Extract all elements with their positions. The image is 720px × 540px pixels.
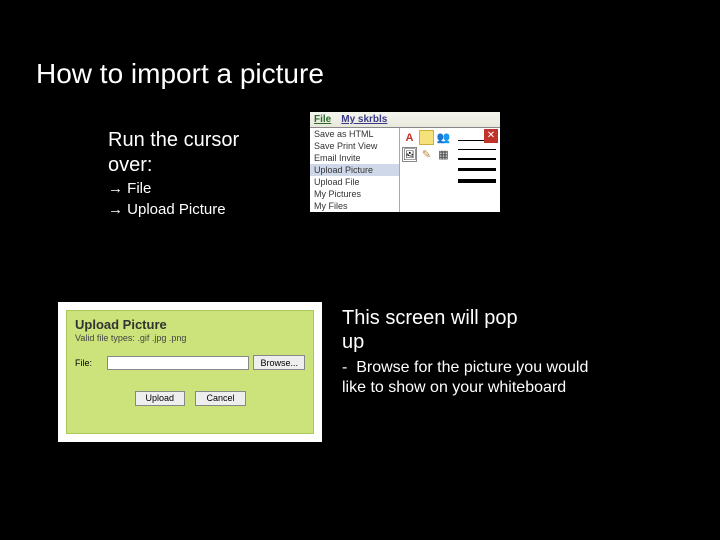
instr1-line1: Run the cursor <box>108 128 239 153</box>
menu-email-invite[interactable]: Email Invite <box>310 152 399 164</box>
upload-button[interactable]: Upload <box>135 391 186 406</box>
menu-my-files[interactable]: My Files <box>310 200 399 212</box>
menu-save-html[interactable]: Save as HTML <box>310 128 399 140</box>
toolbar-icons: A 👥 🖼 ✎ ▦ <box>400 128 454 212</box>
file-dropdown-menu: Save as HTML Save Print View Email Invit… <box>310 128 400 212</box>
cancel-button[interactable]: Cancel <box>195 391 245 406</box>
arrow-icon: → <box>108 180 123 197</box>
instr1-item-file: → File <box>108 180 239 199</box>
users-icon[interactable]: 👥 <box>436 130 451 145</box>
pencil-icon[interactable]: ✎ <box>419 147 434 162</box>
line-option[interactable] <box>458 149 496 150</box>
tab-my-skrbls[interactable]: My skrbls <box>341 114 387 125</box>
close-icon[interactable]: ✕ <box>484 129 498 143</box>
instruction-block-2: This screen will pop up - Browse for the… <box>342 306 592 398</box>
instr1-item-upload: → Upload Picture <box>108 201 239 220</box>
menu-upload-file[interactable]: Upload File <box>310 176 399 188</box>
tab-file[interactable]: File <box>314 114 331 125</box>
text-color-icon[interactable]: A <box>402 130 417 145</box>
menu-save-print[interactable]: Save Print View <box>310 140 399 152</box>
line-option[interactable] <box>458 158 496 160</box>
upload-dialog-screenshot: Upload Picture Valid file types: .gif .j… <box>58 302 322 442</box>
app-tabs: File My skrbls <box>310 112 500 128</box>
file-label: File: <box>75 358 103 368</box>
instr2-body: - Browse for the picture you would like … <box>342 358 592 398</box>
file-path-input[interactable] <box>107 356 249 370</box>
dash-bullet: - <box>342 359 347 376</box>
upload-dialog-title: Upload Picture <box>75 317 305 332</box>
instr1-line2: over: <box>108 153 239 178</box>
arrow-icon: → <box>108 201 123 218</box>
instr2-body-text: Browse for the picture you would like to… <box>342 359 588 396</box>
instr1-item2-text: Upload Picture <box>127 201 225 218</box>
browse-button[interactable]: Browse... <box>253 355 305 370</box>
app-screenshot-file-menu: File My skrbls Save as HTML Save Print V… <box>310 112 500 212</box>
line-option[interactable] <box>458 179 496 183</box>
picture-icon[interactable]: 🖼 <box>402 147 417 162</box>
line-thickness-list: ✕ <box>454 128 500 212</box>
grid-icon[interactable]: ▦ <box>436 147 451 162</box>
instr1-item1-text: File <box>127 180 151 197</box>
note-icon[interactable] <box>419 130 434 145</box>
instruction-block-1: Run the cursor over: → File → Upload Pic… <box>108 128 239 220</box>
menu-upload-picture[interactable]: Upload Picture <box>310 164 399 176</box>
instr2-line2: up <box>342 330 592 354</box>
line-option[interactable] <box>458 168 496 171</box>
slide-title: How to import a picture <box>36 58 324 90</box>
upload-valid-types: Valid file types: .gif .jpg .png <box>75 333 305 343</box>
instr2-line1: This screen will pop <box>342 306 592 330</box>
menu-my-pictures[interactable]: My Pictures <box>310 188 399 200</box>
